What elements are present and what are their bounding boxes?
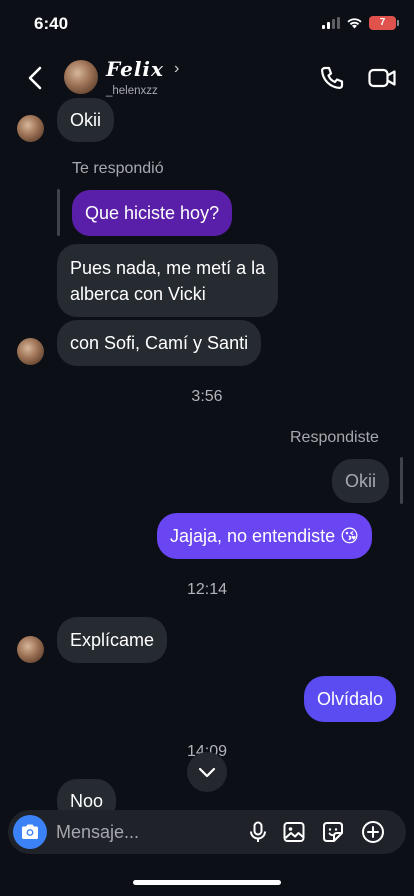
message-bubble-outgoing[interactable]: Jajaja, no entendiste 😘 xyxy=(157,513,372,559)
reply-label: Te respondió xyxy=(72,160,164,177)
gallery-icon[interactable] xyxy=(282,820,306,844)
contact-name[interactable]: Felix xyxy=(106,57,164,81)
reply-indicator-bar xyxy=(400,457,403,504)
status-bar: 6:40 7 xyxy=(0,0,414,50)
message-bubble-incoming[interactable]: Okii xyxy=(57,98,114,142)
battery-icon: 7 xyxy=(369,16,399,30)
status-time: 6:40 xyxy=(34,14,69,33)
camera-icon xyxy=(22,824,38,839)
message-line: Pues nada, me metí a la xyxy=(70,258,266,278)
status-icons: 7 xyxy=(322,16,399,30)
message-composer: Mensaje... xyxy=(8,810,406,854)
home-indicator xyxy=(133,880,281,885)
add-icon[interactable] xyxy=(361,820,385,844)
quoted-message-bubble[interactable]: Que hiciste hoy? xyxy=(72,190,233,236)
back-arrow-icon[interactable] xyxy=(22,64,50,92)
timestamp: 3:56 xyxy=(191,388,223,405)
message-bubble-incoming[interactable]: Pues nada, me metí a la alberca con Vick… xyxy=(57,244,279,317)
chevron-right-icon[interactable]: › xyxy=(174,60,179,78)
contact-username: _helenxzz xyxy=(106,85,158,97)
contact-avatar-small[interactable] xyxy=(17,636,44,663)
microphone-icon[interactable] xyxy=(246,820,270,844)
reply-indicator-bar xyxy=(57,189,60,236)
phone-icon[interactable] xyxy=(318,64,346,92)
chat-header: Felix › _helenxzz xyxy=(0,50,414,106)
timestamp: 12:14 xyxy=(186,581,228,598)
reply-label: Respondiste xyxy=(290,429,379,446)
sticker-icon[interactable] xyxy=(321,820,345,844)
message-bubble-incoming[interactable]: con Sofi, Camí y Santi xyxy=(57,320,262,366)
chevron-down-icon xyxy=(198,767,216,778)
video-camera-icon[interactable] xyxy=(367,64,397,92)
message-line: alberca con Vicki xyxy=(70,284,206,304)
message-input[interactable]: Mensaje... xyxy=(56,810,139,854)
wifi-icon xyxy=(347,18,362,29)
contact-avatar[interactable] xyxy=(64,60,98,94)
signal-icon xyxy=(322,17,340,29)
contact-avatar-small[interactable] xyxy=(17,338,44,365)
message-bubble-incoming[interactable]: Explícame xyxy=(57,617,168,663)
quoted-message-bubble[interactable]: Okii xyxy=(332,459,389,503)
camera-button[interactable] xyxy=(13,815,47,849)
contact-avatar-small[interactable] xyxy=(17,115,44,142)
message-bubble-outgoing[interactable]: Olvídalo xyxy=(304,676,397,722)
scroll-to-bottom-button[interactable] xyxy=(187,752,227,792)
